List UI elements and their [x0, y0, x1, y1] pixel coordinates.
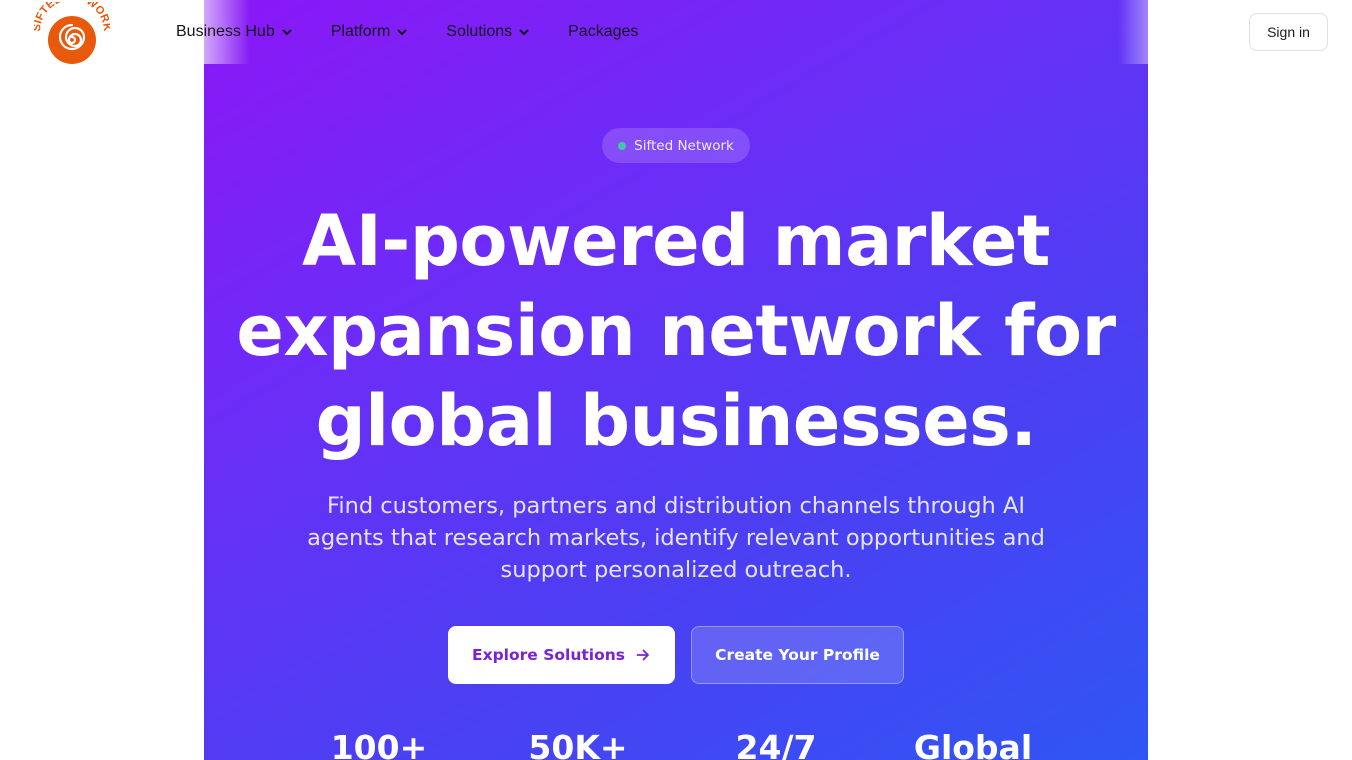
nav-menu: Business Hub Platform Solutions Packages: [176, 20, 676, 44]
headline-line: global businesses.: [315, 380, 1037, 462]
chevron-down-icon: [397, 29, 407, 35]
siftednetwork-logo[interactable]: SIFTEDNETWORK: [31, 0, 113, 66]
nav-item-solutions[interactable]: Solutions: [446, 23, 530, 41]
badge-label: Sifted Network: [634, 137, 734, 154]
button-label: Explore Solutions: [472, 646, 625, 664]
nav-item-platform[interactable]: Platform: [331, 23, 409, 41]
top-navigation: SIFTEDNETWORK Business Hub Platform Solu…: [0, 0, 1352, 64]
explore-solutions-button[interactable]: Explore Solutions: [448, 626, 675, 684]
hero-badge: Sifted Network: [602, 128, 750, 163]
nav-item-label: Solutions: [446, 23, 513, 40]
headline-line: expansion network for: [236, 290, 1116, 372]
arrow-right-icon: [636, 649, 649, 661]
status-dot-icon: [618, 141, 627, 150]
stat-value: 24/7: [735, 728, 817, 760]
hero-subtext: Find customers, partners and distributio…: [307, 493, 1045, 583]
nav-item-label: Packages: [568, 23, 639, 40]
chevron-down-icon: [519, 29, 529, 35]
stat-value: Global: [913, 728, 1033, 760]
nav-item-label: Platform: [330, 23, 391, 40]
stat-value: 50K+: [528, 728, 628, 760]
nav-fade-right: [1118, 0, 1188, 64]
stat-value: 100+: [330, 728, 428, 760]
sign-in-button[interactable]: Sign in: [1249, 13, 1328, 51]
button-label: Create Your Profile: [715, 646, 880, 664]
hero-headline: AI-powered market expansion network for …: [204, 196, 1148, 466]
nav-item-business-hub[interactable]: Business Hub: [176, 23, 293, 41]
nav-item-label: Business Hub: [176, 23, 275, 40]
create-profile-button[interactable]: Create Your Profile: [691, 626, 904, 684]
headline-line: AI-powered market: [302, 200, 1050, 282]
hero-stats: 100+ 50K+ 24/7 Global: [204, 728, 1148, 760]
chevron-down-icon: [282, 29, 292, 35]
logo-icon: SIFTEDNETWORK: [31, 0, 113, 64]
nav-item-packages[interactable]: Packages: [568, 23, 638, 41]
